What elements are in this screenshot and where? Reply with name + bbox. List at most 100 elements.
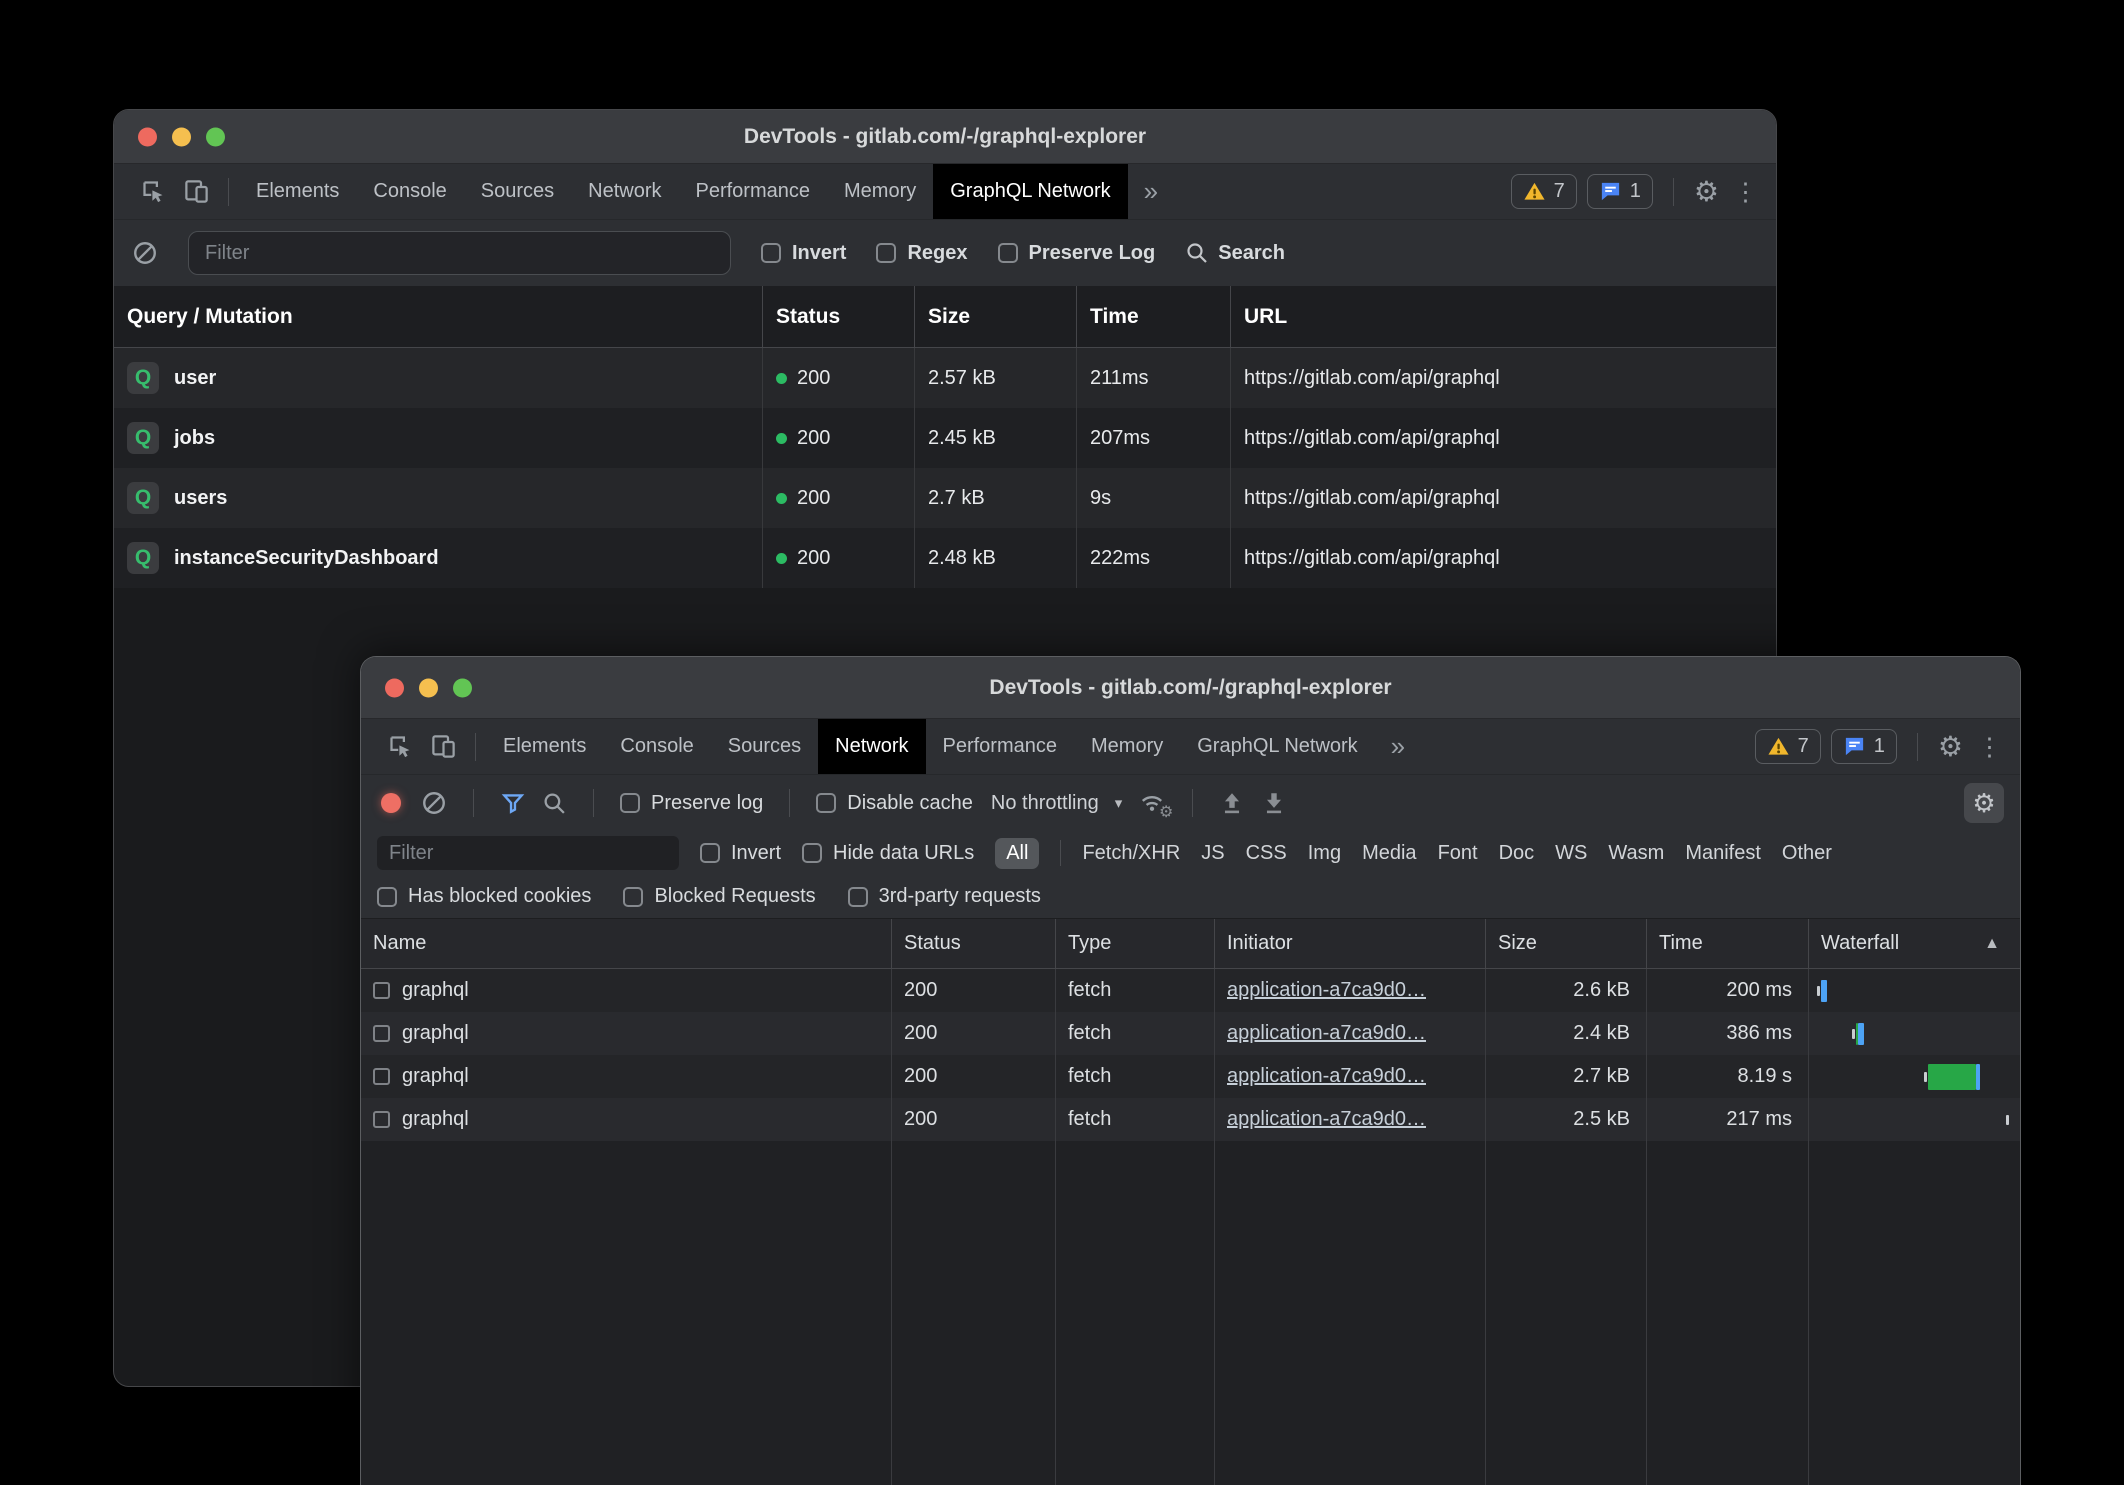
inspect-element-icon[interactable] — [379, 719, 422, 774]
tab-elements[interactable]: Elements — [486, 719, 603, 774]
row-checkbox[interactable] — [373, 1025, 390, 1042]
search-button[interactable]: Search — [1185, 241, 1285, 265]
column-header-waterfall[interactable]: Waterfall ▲ — [1809, 919, 2020, 968]
type-filter-other[interactable]: Other — [1782, 842, 1832, 865]
column-header-url[interactable]: URL — [1231, 286, 1776, 347]
type-filter-css[interactable]: CSS — [1246, 842, 1287, 865]
type-filter-wasm[interactable]: Wasm — [1608, 842, 1664, 865]
tab-network[interactable]: Network — [571, 164, 678, 219]
invert-checkbox[interactable]: Invert — [761, 242, 846, 265]
filter-input[interactable] — [188, 231, 731, 275]
device-toolbar-icon[interactable] — [422, 719, 465, 774]
column-header-type[interactable]: Type — [1056, 919, 1215, 968]
table-row[interactable]: graphql 200 fetch application-a7ca9d0… 2… — [361, 1012, 2020, 1055]
row-checkbox[interactable] — [373, 982, 390, 999]
column-header-initiator[interactable]: Initiator — [1215, 919, 1486, 968]
column-header-size[interactable]: Size — [1486, 919, 1647, 968]
column-header-status[interactable]: Status — [763, 286, 915, 347]
warnings-badge[interactable]: 7 — [1511, 174, 1577, 209]
table-row[interactable]: graphql 200 fetch application-a7ca9d0… 2… — [361, 969, 2020, 1012]
checkbox[interactable] — [620, 793, 640, 813]
column-header-name[interactable]: Name — [361, 919, 892, 968]
minimize-window-button[interactable] — [172, 127, 191, 146]
type-filter-fetch-xhr[interactable]: Fetch/XHR — [1082, 842, 1180, 865]
type-filter-ws[interactable]: WS — [1555, 842, 1587, 865]
checkbox[interactable] — [848, 887, 868, 907]
network-conditions-icon[interactable]: ⚙ — [1138, 790, 1166, 816]
type-filter-doc[interactable]: Doc — [1499, 842, 1535, 865]
table-row[interactable]: Qjobs 200 2.45 kB 207ms https://gitlab.c… — [114, 408, 1776, 468]
warnings-badge[interactable]: 7 — [1755, 729, 1821, 764]
type-filter-media[interactable]: Media — [1362, 842, 1416, 865]
tab-sources[interactable]: Sources — [464, 164, 571, 219]
kebab-menu-icon[interactable]: ⋮ — [1729, 177, 1762, 207]
issues-badge[interactable]: 1 — [1831, 729, 1897, 764]
close-window-button[interactable] — [138, 127, 157, 146]
checkbox[interactable] — [700, 843, 720, 863]
kebab-menu-icon[interactable]: ⋮ — [1973, 732, 2006, 762]
tab-console[interactable]: Console — [356, 164, 463, 219]
type-filter-img[interactable]: Img — [1308, 842, 1341, 865]
table-row[interactable]: graphql 200 fetch application-a7ca9d0… 2… — [361, 1098, 2020, 1141]
network-settings-button[interactable]: ⚙ — [1964, 783, 2004, 823]
issues-badge[interactable]: 1 — [1587, 174, 1653, 209]
zoom-window-button[interactable] — [453, 678, 472, 697]
tab-memory[interactable]: Memory — [1074, 719, 1180, 774]
type-filter-font[interactable]: Font — [1438, 842, 1478, 865]
tab-network[interactable]: Network — [818, 719, 925, 774]
column-header-query-mutation[interactable]: Query / Mutation — [114, 286, 763, 347]
tab-sources[interactable]: Sources — [711, 719, 818, 774]
row-checkbox[interactable] — [373, 1111, 390, 1128]
preserve-log-checkbox[interactable]: Preserve Log — [998, 242, 1156, 265]
has-blocked-cookies-checkbox[interactable]: Has blocked cookies — [377, 885, 591, 908]
type-filter-js[interactable]: JS — [1201, 842, 1224, 865]
column-header-time[interactable]: Time — [1077, 286, 1231, 347]
column-header-time[interactable]: Time — [1647, 919, 1809, 968]
throttling-dropdown[interactable]: No throttling ▾ — [991, 792, 1122, 815]
checkbox[interactable] — [816, 793, 836, 813]
tab-graphql-network[interactable]: GraphQL Network — [1180, 719, 1374, 774]
clear-icon[interactable] — [132, 240, 158, 266]
filter-input[interactable] — [377, 836, 679, 870]
checkbox[interactable] — [998, 243, 1018, 263]
table-row[interactable]: graphql 200 fetch application-a7ca9d0… 2… — [361, 1055, 2020, 1098]
table-row[interactable]: QinstanceSecurityDashboard 200 2.48 kB 2… — [114, 528, 1776, 588]
tab-graphql-network[interactable]: GraphQL Network — [933, 164, 1127, 219]
tab-elements[interactable]: Elements — [239, 164, 356, 219]
close-window-button[interactable] — [385, 678, 404, 697]
search-icon[interactable] — [542, 791, 567, 816]
preserve-log-checkbox[interactable]: Preserve log — [620, 792, 763, 815]
checkbox[interactable] — [802, 843, 822, 863]
tab-performance[interactable]: Performance — [679, 164, 828, 219]
tab-memory[interactable]: Memory — [827, 164, 933, 219]
record-network-log-button[interactable] — [381, 793, 401, 813]
settings-gear-icon[interactable]: ⚙ — [1938, 733, 1963, 761]
table-row[interactable]: Qusers 200 2.7 kB 9s https://gitlab.com/… — [114, 468, 1776, 528]
column-header-size[interactable]: Size — [915, 286, 1077, 347]
type-filter-all[interactable]: All — [995, 838, 1039, 869]
hide-data-urls-checkbox[interactable]: Hide data URLs — [802, 842, 974, 865]
more-tabs-icon[interactable]: » — [1375, 719, 1421, 774]
minimize-window-button[interactable] — [419, 678, 438, 697]
row-checkbox[interactable] — [373, 1068, 390, 1085]
initiator-link[interactable]: application-a7ca9d0… — [1227, 1022, 1426, 1045]
settings-gear-icon[interactable]: ⚙ — [1694, 178, 1719, 206]
regex-checkbox[interactable]: Regex — [876, 242, 967, 265]
tab-console[interactable]: Console — [603, 719, 710, 774]
table-row[interactable]: Quser 200 2.57 kB 211ms https://gitlab.c… — [114, 348, 1776, 408]
tab-performance[interactable]: Performance — [926, 719, 1075, 774]
filter-funnel-icon[interactable] — [500, 790, 526, 816]
invert-checkbox[interactable]: Invert — [700, 842, 781, 865]
third-party-requests-checkbox[interactable]: 3rd-party requests — [848, 885, 1041, 908]
zoom-window-button[interactable] — [206, 127, 225, 146]
type-filter-manifest[interactable]: Manifest — [1685, 842, 1761, 865]
checkbox[interactable] — [623, 887, 643, 907]
clear-icon[interactable] — [421, 790, 447, 816]
import-har-icon[interactable] — [1219, 790, 1245, 816]
checkbox[interactable] — [876, 243, 896, 263]
blocked-requests-checkbox[interactable]: Blocked Requests — [623, 885, 815, 908]
inspect-element-icon[interactable] — [132, 164, 175, 219]
column-header-status[interactable]: Status — [892, 919, 1056, 968]
initiator-link[interactable]: application-a7ca9d0… — [1227, 1108, 1426, 1131]
more-tabs-icon[interactable]: » — [1128, 164, 1174, 219]
